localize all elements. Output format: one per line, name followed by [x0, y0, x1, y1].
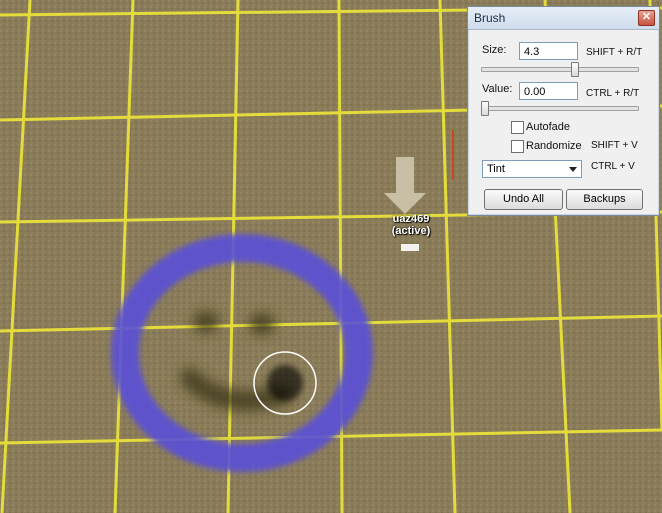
value-input[interactable]: 0.00 [519, 82, 578, 100]
chevron-down-icon [569, 167, 577, 172]
size-slider-track[interactable] [481, 67, 639, 72]
undo-all-button[interactable]: Undo All [484, 189, 563, 210]
value-slider-track[interactable] [481, 106, 639, 111]
autofade-label: Autofade [526, 121, 571, 133]
size-slider-thumb[interactable] [571, 62, 579, 77]
brush-title: Brush [474, 11, 506, 25]
value-shortcut: CTRL + R/T [586, 88, 640, 99]
brush-titlebar[interactable]: Brush ✕ [468, 7, 659, 30]
value-slider-thumb[interactable] [481, 101, 489, 116]
object-status: (active) [391, 225, 431, 237]
size-input[interactable]: 4.3 [519, 42, 578, 60]
randomize-checkbox[interactable] [511, 140, 524, 153]
size-label: Size: [482, 44, 507, 56]
autofade-checkbox[interactable] [511, 121, 524, 134]
backups-button[interactable]: Backups [566, 189, 643, 210]
size-shortcut: SHIFT + R/T [586, 47, 643, 58]
object-label[interactable]: uaz469 (active) [375, 213, 447, 237]
mode-shortcut: CTRL + V [591, 161, 635, 172]
close-icon: ✕ [641, 11, 652, 23]
mode-selected: Tint [487, 163, 505, 175]
value-label: Value: [482, 83, 513, 95]
randomize-label: Randomize [526, 140, 582, 152]
mode-dropdown[interactable]: Tint [482, 160, 582, 178]
close-button[interactable]: ✕ [638, 10, 655, 26]
object-name: uaz469 [392, 213, 430, 225]
brush-window: Brush ✕ Size: 4.3 SHIFT + R/T Value: 0.0… [467, 6, 660, 216]
randomize-shortcut: SHIFT + V [591, 140, 638, 151]
object-base [401, 244, 419, 251]
